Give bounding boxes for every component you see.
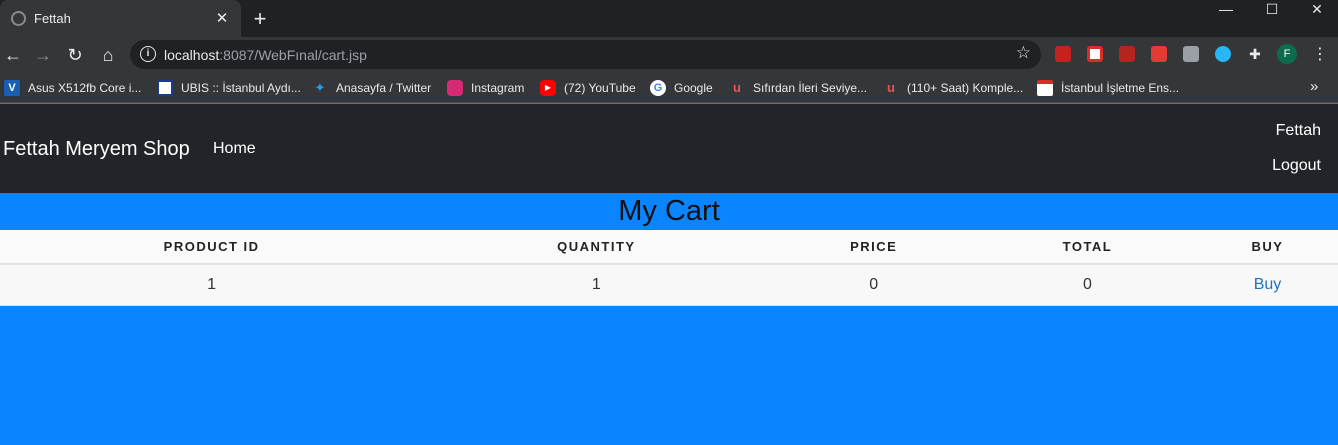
- profile-avatar[interactable]: F: [1277, 44, 1297, 64]
- header-quantity: QUANTITY: [423, 230, 770, 265]
- bookmarks-bar: V Asus X512fb Core i... UBIS :: İstanbul…: [0, 72, 1338, 103]
- table-header-row: PRODUCT ID QUANTITY PRICE TOTAL BUY: [0, 230, 1338, 265]
- page-title: My Cart: [618, 195, 720, 227]
- site-navbar: Fettah Meryem Shop Home Fettah Logout: [0, 104, 1338, 193]
- table-row: 1 1 0 0 Buy: [0, 264, 1338, 306]
- bookmark-item[interactable]: V Asus X512fb Core i...: [4, 79, 141, 96]
- forward-icon[interactable]: →: [31, 43, 55, 67]
- bookmark-label: UBIS :: İstanbul Aydı...: [181, 80, 301, 95]
- udemy-icon: u: [887, 79, 895, 95]
- buy-link[interactable]: Buy: [1196, 264, 1338, 306]
- url-host: localhost: [164, 47, 220, 63]
- udemy-icon: u: [733, 79, 741, 95]
- bookmark-label: (110+ Saat) Komple...: [907, 80, 1024, 95]
- window-close-icon[interactable]: ✕: [1294, 0, 1338, 18]
- brand-link[interactable]: Fettah Meryem Shop: [3, 138, 190, 161]
- cart-table: PRODUCT ID QUANTITY PRICE TOTAL BUY 1 1 …: [0, 230, 1338, 306]
- camera-extension-icon[interactable]: [1215, 46, 1231, 62]
- header-buy: BUY: [1196, 230, 1338, 265]
- user-name-link[interactable]: Fettah: [1276, 122, 1321, 140]
- browser-toolbar: ← → ↻ ⌂ i localhost:8087/WebFınal/cart.j…: [0, 37, 1338, 72]
- instagram-icon: [447, 79, 463, 96]
- puzzle-extensions-icon[interactable]: ✚: [1247, 46, 1263, 62]
- twitter-icon: ✦: [314, 79, 326, 95]
- bookmark-item[interactable]: İstanbul İşletme Ens...: [1037, 79, 1179, 96]
- youtube-icon: ▶: [540, 79, 556, 96]
- back-icon[interactable]: ←: [1, 43, 25, 67]
- bookmark-item[interactable]: u Sıfırdan İleri Seviye...: [729, 79, 867, 96]
- header-product-id: PRODUCT ID: [0, 230, 424, 265]
- url-text[interactable]: localhost:8087/WebFınal/cart.jsp: [164, 47, 367, 63]
- bookmark-label: Instagram: [471, 80, 525, 95]
- site-info-icon[interactable]: i: [140, 46, 156, 62]
- tab-close-icon[interactable]: ✕: [213, 9, 231, 27]
- v-logo-icon: V: [4, 79, 20, 96]
- minimize-icon[interactable]: —: [1203, 0, 1249, 18]
- window-extension-icon[interactable]: [1183, 46, 1199, 62]
- media-extension-icon[interactable]: [1151, 46, 1167, 62]
- cell-total: 0: [977, 264, 1197, 306]
- bookmark-label: İstanbul İşletme Ens...: [1061, 80, 1180, 95]
- new-tab-icon[interactable]: +: [250, 6, 270, 32]
- pocket-extension-icon[interactable]: [1087, 46, 1103, 62]
- bookmark-item[interactable]: ✦ Anasayfa / Twitter: [312, 79, 432, 96]
- bookmarks-overflow-icon[interactable]: »: [1310, 78, 1318, 95]
- google-icon: G: [650, 79, 666, 96]
- home-icon[interactable]: ⌂: [96, 43, 120, 67]
- pdf-extension-icon[interactable]: [1055, 46, 1071, 62]
- ubis-icon: [157, 79, 173, 96]
- bookmark-item[interactable]: ▶ (72) YouTube: [540, 79, 636, 96]
- cell-price: 0: [769, 264, 978, 306]
- bookmark-star-icon[interactable]: ☆: [1016, 43, 1031, 63]
- nav-home-link[interactable]: Home: [213, 140, 256, 158]
- bookmark-label: Anasayfa / Twitter: [336, 80, 432, 95]
- tab-title: Fettah: [34, 11, 71, 26]
- cell-product-id: 1: [0, 264, 424, 306]
- bookmark-label: Google: [674, 80, 713, 95]
- url-path: :8087/WebFınal/cart.jsp: [219, 47, 367, 63]
- bookmark-item[interactable]: u (110+ Saat) Komple...: [883, 79, 1023, 96]
- bookmark-item[interactable]: UBIS :: İstanbul Aydı...: [157, 79, 301, 96]
- bookmark-item[interactable]: Instagram: [447, 79, 524, 96]
- globe-icon: [11, 11, 26, 26]
- reload-icon[interactable]: ↻: [63, 43, 87, 67]
- bookmark-label: (72) YouTube: [564, 80, 636, 95]
- header-total: TOTAL: [977, 230, 1197, 265]
- browser-tab[interactable]: Fettah ✕: [0, 0, 241, 37]
- maximize-icon[interactable]: ☐: [1249, 0, 1295, 18]
- cell-quantity: 1: [423, 264, 770, 306]
- header-price: PRICE: [769, 230, 978, 265]
- calendar-icon: [1037, 79, 1053, 96]
- bookmark-label: Asus X512fb Core i...: [28, 80, 142, 95]
- address-bar[interactable]: i localhost:8087/WebFınal/cart.jsp ☆: [130, 40, 1041, 69]
- browser-tab-strip: Fettah ✕ + — ☐ ✕: [0, 0, 1338, 37]
- logout-link[interactable]: Logout: [1272, 157, 1321, 175]
- bookmark-item[interactable]: G Google: [650, 79, 713, 96]
- more-menu-icon[interactable]: ⋮: [1312, 44, 1328, 64]
- shield-extension-icon[interactable]: [1119, 46, 1135, 62]
- bookmark-label: Sıfırdan İleri Seviye...: [753, 80, 868, 95]
